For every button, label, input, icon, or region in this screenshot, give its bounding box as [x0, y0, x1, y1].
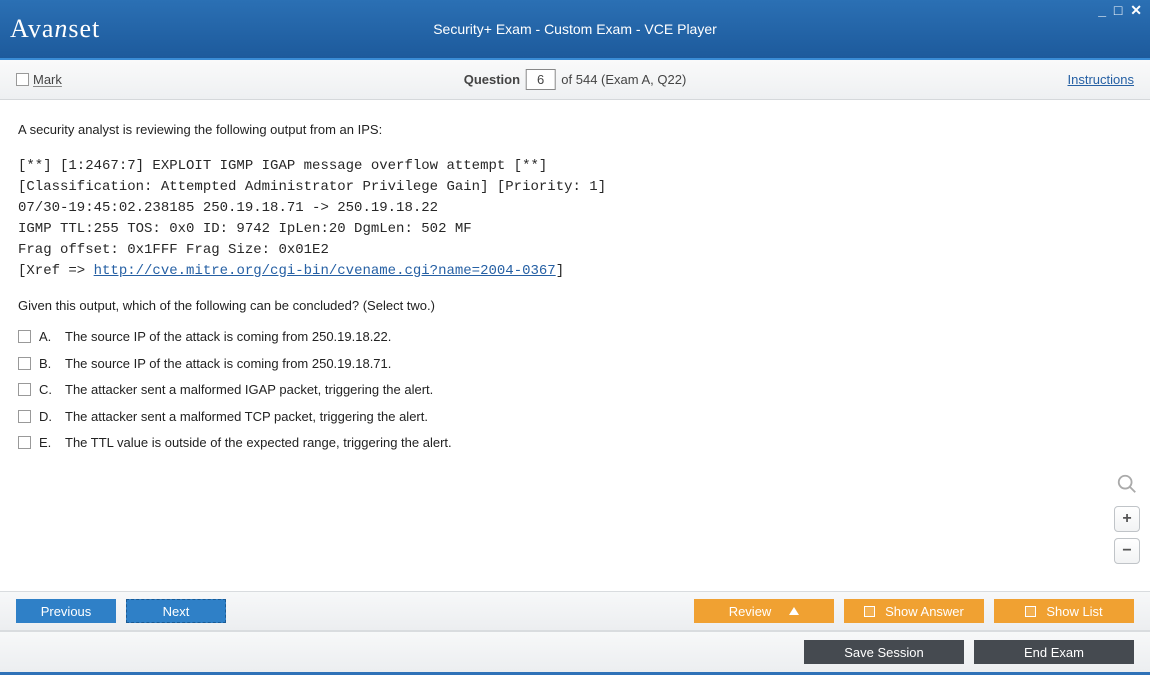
mark-label: Mark: [33, 72, 62, 87]
window-title: Security+ Exam - Custom Exam - VCE Playe…: [433, 21, 717, 37]
answer-letter: B.: [39, 354, 57, 374]
answer-letter: A.: [39, 327, 57, 347]
ips-output-block: [**] [1:2467:7] EXPLOIT IGMP IGAP messag…: [18, 156, 1132, 282]
zoom-controls: + −: [1114, 473, 1140, 565]
answer-checkbox[interactable]: [18, 357, 31, 370]
answer-checkbox[interactable]: [18, 330, 31, 343]
answer-letter: D.: [39, 407, 57, 427]
end-exam-button[interactable]: End Exam: [974, 640, 1134, 664]
save-session-button[interactable]: Save Session: [804, 640, 964, 664]
triangle-up-icon: [789, 607, 799, 615]
toggle-checkbox-icon: [864, 606, 875, 617]
window-controls[interactable]: _ □ ✕: [1098, 2, 1144, 19]
answer-checkbox[interactable]: [18, 436, 31, 449]
answer-text: The attacker sent a malformed TCP packet…: [65, 407, 428, 427]
mark-toggle[interactable]: Mark: [16, 72, 62, 87]
answer-text: The TTL value is outside of the expected…: [65, 433, 452, 453]
answer-option[interactable]: B. The source IP of the attack is coming…: [18, 354, 1132, 374]
toggle-checkbox-icon: [1025, 606, 1036, 617]
show-list-button[interactable]: Show List: [994, 599, 1134, 623]
answer-option[interactable]: E. The TTL value is outside of the expec…: [18, 433, 1132, 453]
question-content: A security analyst is reviewing the foll…: [0, 100, 1150, 574]
show-answer-button[interactable]: Show Answer: [844, 599, 984, 623]
next-button[interactable]: Next: [126, 599, 226, 623]
answer-option[interactable]: D. The attacker sent a malformed TCP pac…: [18, 407, 1132, 427]
answer-letter: E.: [39, 433, 57, 453]
nav-button-row: Previous Next Review Show Answer Show Li…: [0, 591, 1150, 631]
question-followup: Given this output, which of the followin…: [18, 296, 1132, 316]
answer-option[interactable]: A. The source IP of the attack is coming…: [18, 327, 1132, 347]
question-header-bar: Mark Question 6 of 544 (Exam A, Q22) Ins…: [0, 60, 1150, 100]
question-intro: A security analyst is reviewing the foll…: [18, 120, 1132, 140]
instructions-link[interactable]: Instructions: [1068, 72, 1134, 87]
magnifier-icon[interactable]: [1116, 473, 1138, 501]
previous-button[interactable]: Previous: [16, 599, 116, 623]
footer: Previous Next Review Show Answer Show Li…: [0, 591, 1150, 675]
answer-list: A. The source IP of the attack is coming…: [18, 327, 1132, 453]
zoom-out-button[interactable]: −: [1114, 538, 1140, 564]
answer-checkbox[interactable]: [18, 383, 31, 396]
app-logo: Avanset: [10, 14, 100, 44]
answer-text: The source IP of the attack is coming fr…: [65, 354, 391, 374]
question-number-box: 6: [526, 69, 555, 90]
answer-text: The attacker sent a malformed IGAP packe…: [65, 380, 433, 400]
answer-checkbox[interactable]: [18, 410, 31, 423]
cve-reference-link[interactable]: http://cve.mitre.org/cgi-bin/cvename.cgi…: [94, 263, 556, 279]
zoom-in-button[interactable]: +: [1114, 506, 1140, 532]
titlebar: Avanset Security+ Exam - Custom Exam - V…: [0, 0, 1150, 60]
review-button[interactable]: Review: [694, 599, 834, 623]
answer-letter: C.: [39, 380, 57, 400]
question-position-label: Question 6 of 544 (Exam A, Q22): [464, 69, 687, 90]
mark-checkbox[interactable]: [16, 73, 29, 86]
answer-option[interactable]: C. The attacker sent a malformed IGAP pa…: [18, 380, 1132, 400]
session-button-row: Save Session End Exam: [0, 631, 1150, 675]
answer-text: The source IP of the attack is coming fr…: [65, 327, 391, 347]
